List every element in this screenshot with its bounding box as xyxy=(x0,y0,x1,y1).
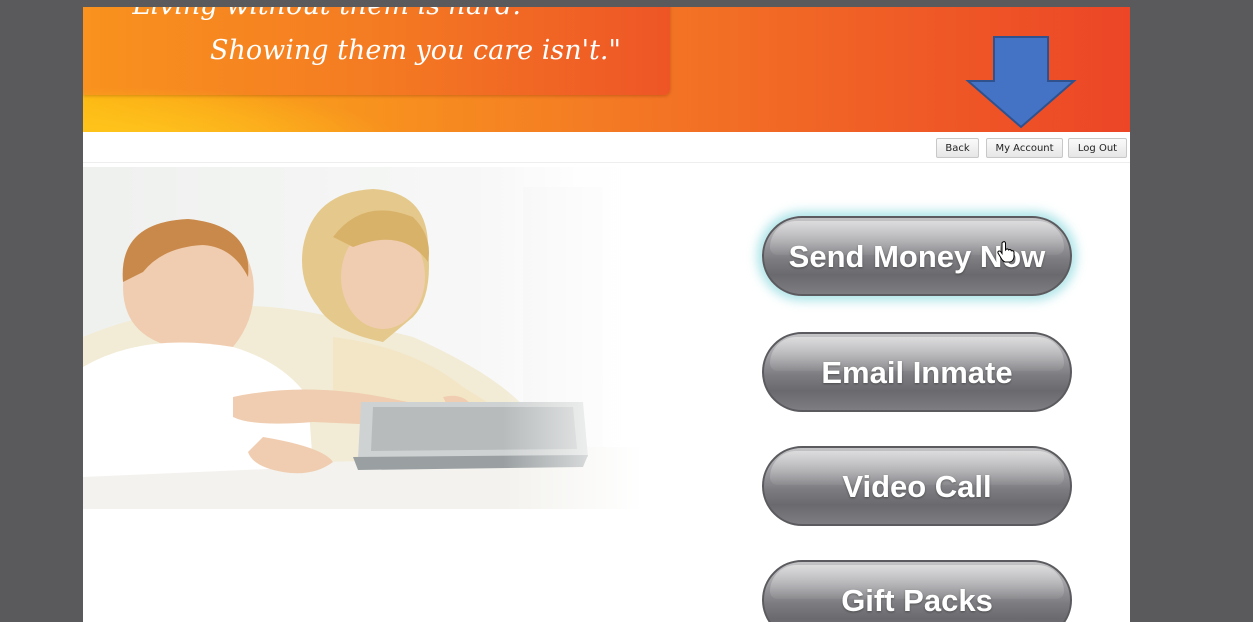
gift-packs-label: Gift Packs xyxy=(841,583,993,618)
log-out-button[interactable]: Log Out xyxy=(1068,138,1127,158)
email-inmate-label: Email Inmate xyxy=(821,355,1013,390)
quote-line-1: "Living without them is hard. xyxy=(120,7,521,21)
header-banner: "Living without them is hard. Showing th… xyxy=(83,7,1130,132)
hand-pointer-cursor-icon xyxy=(997,241,1015,263)
down-arrow-icon xyxy=(965,36,1077,129)
quote-box: "Living without them is hard. Showing th… xyxy=(83,7,670,95)
video-call-label: Video Call xyxy=(842,469,992,504)
account-toolbar: Back My Account Log Out xyxy=(83,132,1130,163)
page: "Living without them is hard. Showing th… xyxy=(83,7,1130,622)
video-call-button[interactable]: Video Call xyxy=(762,446,1072,526)
mother-and-child-photo xyxy=(83,167,643,509)
send-money-now-button[interactable]: Send Money Now xyxy=(762,216,1072,296)
email-inmate-button[interactable]: Email Inmate xyxy=(762,332,1072,412)
back-button[interactable]: Back xyxy=(936,138,979,158)
quote-line-2: Showing them you care isn't." xyxy=(210,35,621,66)
gift-packs-button[interactable]: Gift Packs xyxy=(762,560,1072,622)
my-account-button[interactable]: My Account xyxy=(986,138,1063,158)
